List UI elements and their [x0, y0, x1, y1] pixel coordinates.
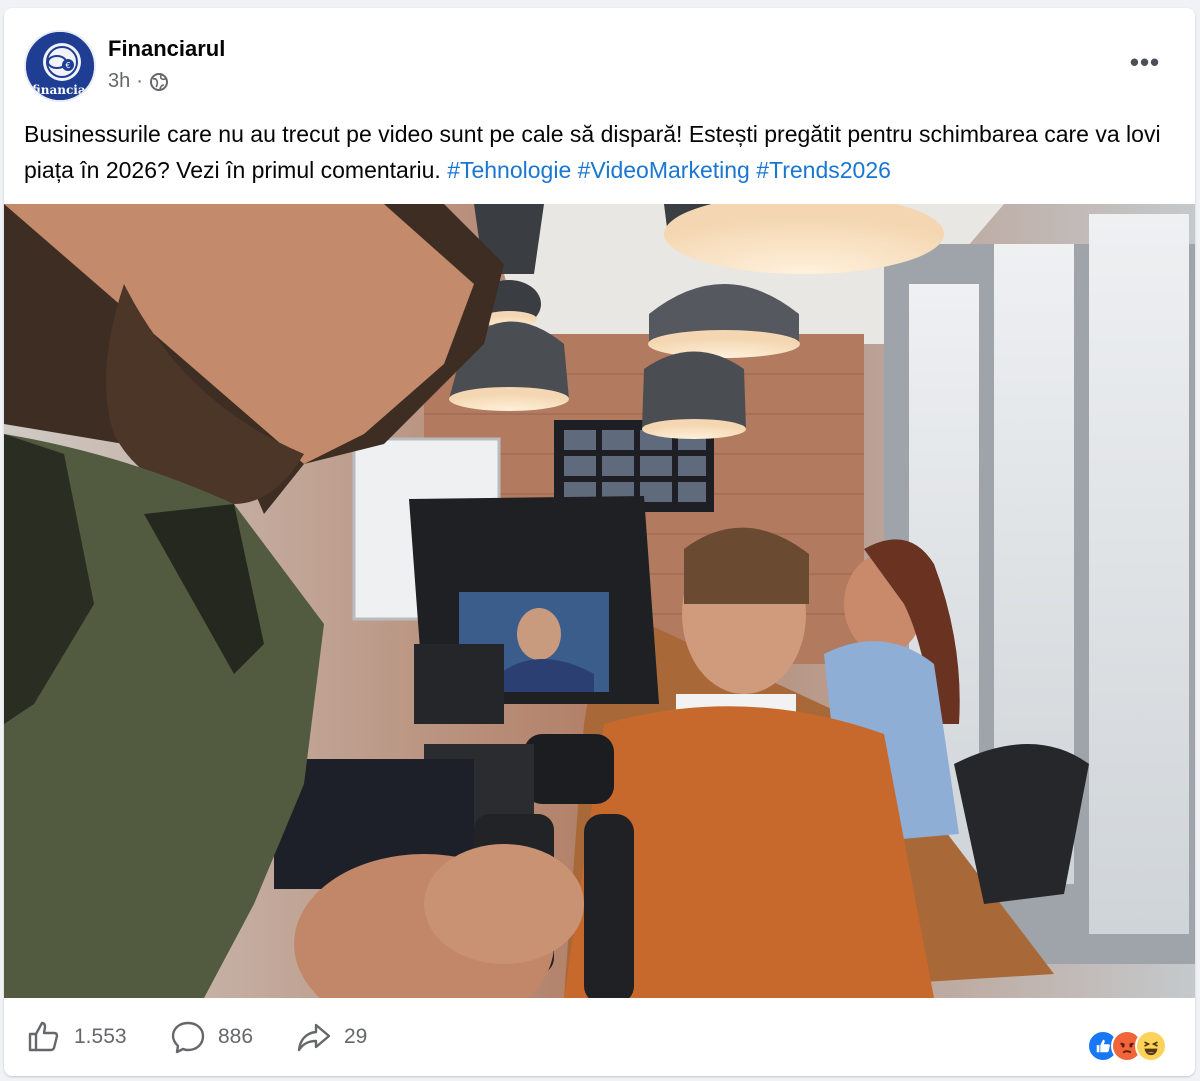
- post-photo[interactable]: [4, 204, 1195, 998]
- share-arrow-icon: [297, 1023, 331, 1052]
- post-text-block: Businessurile care nu au trecut pe video…: [24, 116, 1174, 188]
- like-count: 1.553: [74, 1025, 127, 1048]
- meta-separator: ·: [136, 70, 143, 92]
- hashtag-tehnologie[interactable]: #Tehnologie: [447, 157, 571, 183]
- post-time[interactable]: 3h: [108, 70, 130, 93]
- post-meta: 3h ·: [108, 70, 169, 93]
- like-button[interactable]: 1.553: [26, 1012, 127, 1062]
- haha-reaction-icon: [1135, 1030, 1167, 1062]
- comment-count: 886: [218, 1025, 254, 1048]
- financiarul-logo-icon: € financiar: [26, 32, 94, 100]
- page-name[interactable]: Financiarul: [108, 36, 225, 62]
- post-header: € financiar Financiarul 3h · •••: [4, 8, 1195, 108]
- svg-text:€: €: [65, 61, 70, 70]
- post-footer: 1.553 886 29: [4, 998, 1195, 1076]
- hashtag-videomarketing[interactable]: #VideoMarketing: [578, 157, 750, 183]
- page-avatar[interactable]: € financiar: [24, 30, 96, 102]
- svg-text:financiar: financiar: [32, 83, 93, 97]
- reactions-summary[interactable]: [1087, 1030, 1167, 1062]
- globe-icon[interactable]: [149, 72, 169, 92]
- office-video-shoot-image: [4, 204, 1195, 998]
- share-button[interactable]: 29: [296, 1012, 367, 1062]
- more-options-button[interactable]: •••: [1123, 46, 1167, 78]
- hashtag-trends2026[interactable]: #Trends2026: [756, 157, 891, 183]
- thumbs-up-icon: [28, 1021, 59, 1052]
- post-card: € financiar Financiarul 3h · ••• Busines…: [4, 8, 1195, 1076]
- comment-button[interactable]: 886: [170, 1012, 253, 1062]
- share-count: 29: [344, 1025, 368, 1048]
- comment-bubble-icon: [171, 1021, 205, 1054]
